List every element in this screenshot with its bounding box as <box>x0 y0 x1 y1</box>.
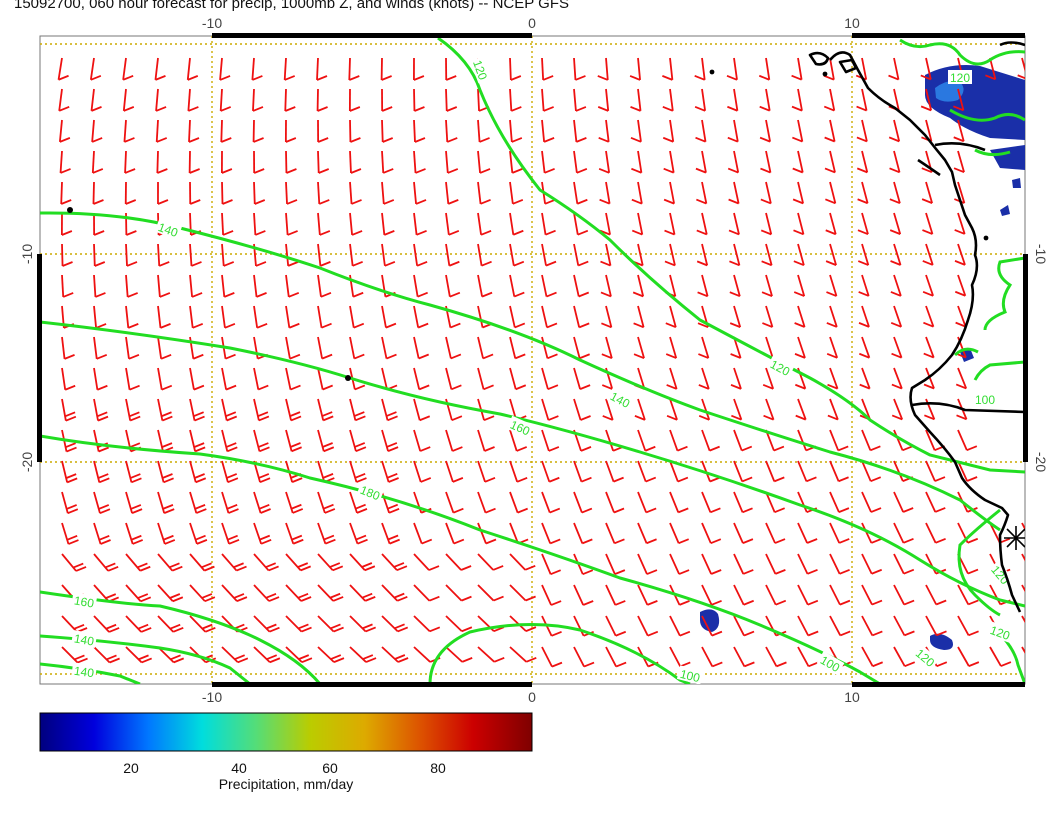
left-tick-label: -20 <box>19 452 35 472</box>
colorbar-tick: 60 <box>322 760 338 776</box>
svg-text:120: 120 <box>950 71 970 85</box>
top-tick-label: 0 <box>528 15 536 31</box>
colorbar-tick: 40 <box>231 760 247 776</box>
colorbar: 20 40 60 80 Precipitation, mm/day <box>39 712 533 792</box>
star-marker <box>1004 526 1025 550</box>
right-tick-label: -20 <box>1033 452 1049 472</box>
top-tick-label: 10 <box>844 15 860 31</box>
colorbar-bar <box>39 712 533 752</box>
svg-text:140: 140 <box>73 664 95 681</box>
colorbar-tick: 20 <box>123 760 139 776</box>
contour-label: 100 <box>973 392 997 407</box>
bottom-tick-label: 0 <box>528 689 536 705</box>
colorbar-title: Precipitation, mm/day <box>219 776 354 792</box>
svg-text:100: 100 <box>975 393 995 407</box>
contour-label: 120 <box>948 70 972 85</box>
right-tick-label: -10 <box>1033 244 1049 264</box>
top-tick-label: -10 <box>202 15 222 31</box>
forecast-map: 140120140160180160140140 100100 1201201201… <box>19 15 1049 792</box>
bottom-tick-label: -10 <box>202 689 222 705</box>
colorbar-tick: 80 <box>430 760 446 776</box>
left-tick-label: -10 <box>19 244 35 264</box>
bottom-tick-label: 10 <box>844 689 860 705</box>
